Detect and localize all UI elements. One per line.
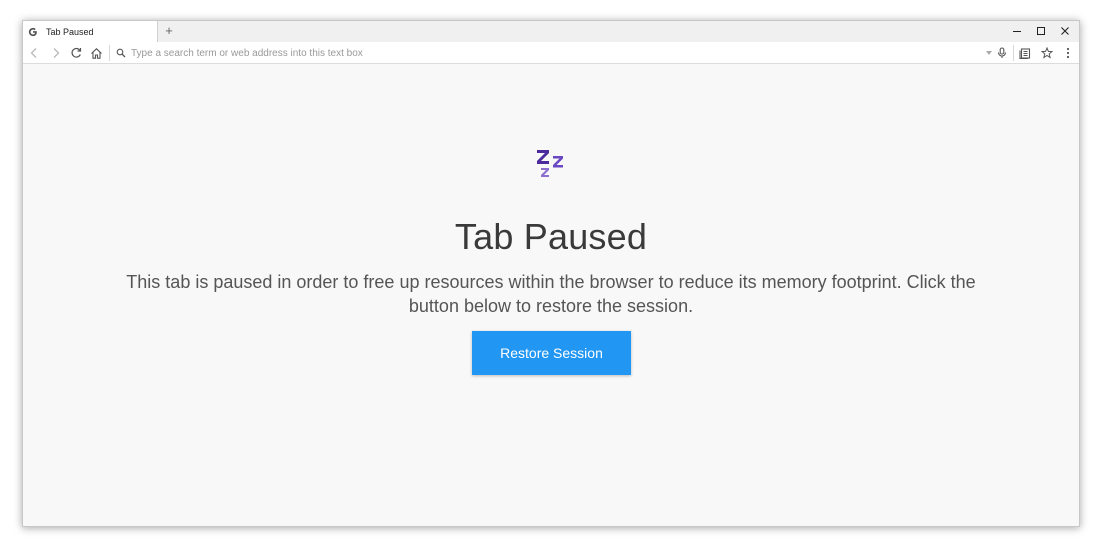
- forward-button[interactable]: [48, 45, 64, 61]
- back-arrow-icon: [30, 48, 37, 58]
- tab-active[interactable]: Tab Paused: [23, 21, 158, 42]
- minimize-icon: [1013, 30, 1021, 32]
- menu-button[interactable]: [1060, 45, 1076, 61]
- star-icon: [1041, 47, 1053, 59]
- close-icon: [1061, 26, 1069, 35]
- forward-arrow-icon: [53, 48, 60, 58]
- maximize-icon: [1037, 26, 1045, 35]
- reading-list-button[interactable]: [1017, 45, 1033, 61]
- new-tab-button[interactable]: +: [162, 23, 176, 39]
- bookmark-button[interactable]: [1039, 45, 1055, 61]
- close-button[interactable]: [1053, 21, 1077, 40]
- more-vertical-icon: [1066, 47, 1070, 59]
- toolbar: [23, 42, 1079, 64]
- browser-window: Tab Paused + Type a search term or web a…: [22, 20, 1080, 527]
- page-title: Tab Paused: [454, 216, 648, 257]
- chevron-down-icon: [986, 51, 992, 55]
- reload-button[interactable]: [68, 45, 84, 61]
- page-description: This tab is paused in order to free up r…: [126, 272, 976, 316]
- reading-list-icon: [1019, 48, 1031, 59]
- page-content: Tab Paused This tab is paused in order t…: [23, 64, 1079, 526]
- google-g-icon: [28, 27, 42, 37]
- maximize-button[interactable]: [1029, 21, 1053, 40]
- microphone-icon: [997, 47, 1007, 58]
- restore-session-button[interactable]: Restore Session: [472, 331, 631, 375]
- tab-title: Tab Paused: [46, 26, 94, 37]
- zzz-sleep-icon: [537, 150, 563, 177]
- address-input[interactable]: [131, 45, 981, 61]
- reload-icon: [71, 47, 82, 58]
- back-button[interactable]: [26, 45, 42, 61]
- minimize-button[interactable]: [1005, 21, 1029, 40]
- search-icon: [113, 45, 129, 61]
- home-button[interactable]: [88, 45, 104, 61]
- title-bar: Tab Paused +: [23, 21, 1079, 42]
- divider: [109, 45, 110, 61]
- voice-search-button[interactable]: [994, 45, 1010, 61]
- home-icon: [90, 47, 102, 59]
- divider: [1013, 45, 1014, 61]
